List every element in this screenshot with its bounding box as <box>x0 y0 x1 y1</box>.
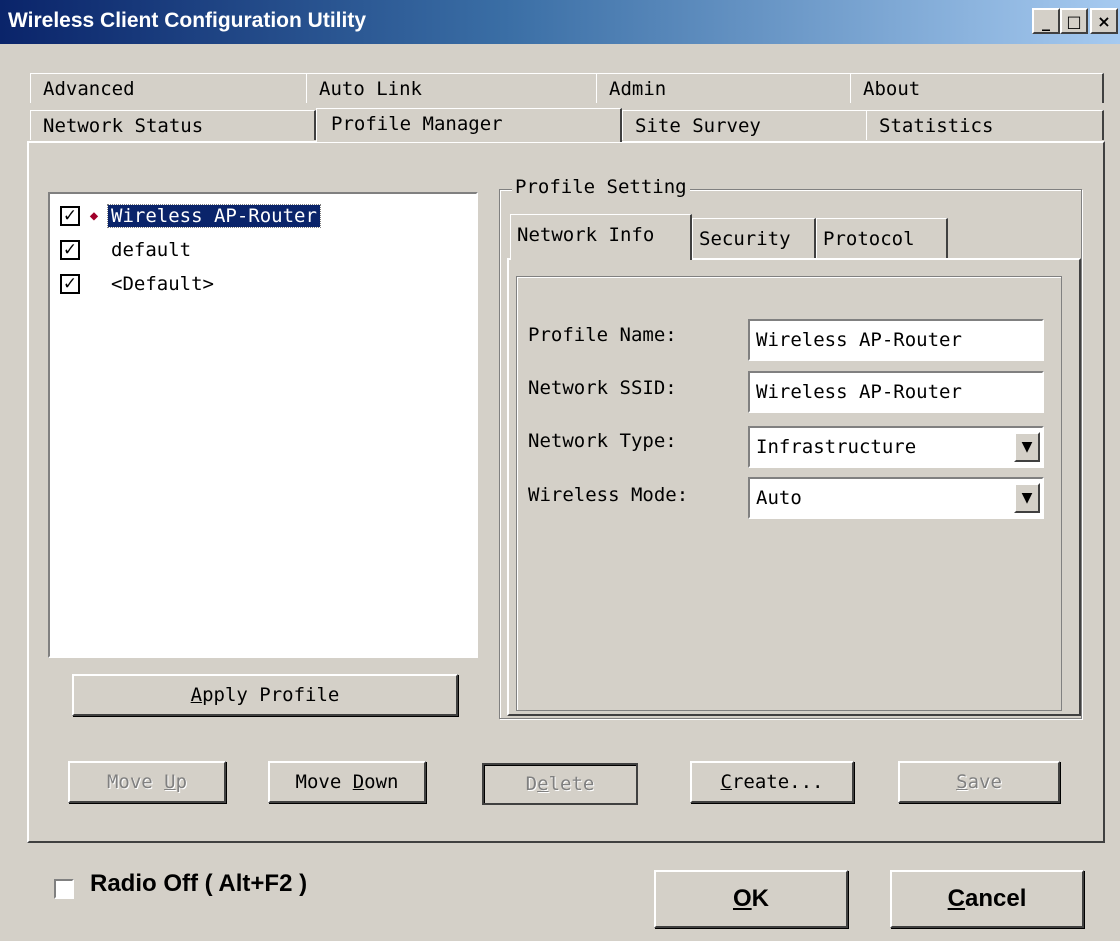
maximize-button[interactable]: □ <box>1060 8 1088 34</box>
move-down-button[interactable]: Move Down <box>268 761 426 803</box>
radio-off-label[interactable]: Radio Off ( Alt+F2 ) <box>90 870 307 898</box>
tab-security[interactable]: Security <box>692 218 816 260</box>
tab-label: Advanced <box>43 78 135 100</box>
minimize-icon: _ <box>1042 11 1050 31</box>
group-label: Profile Setting <box>512 176 690 198</box>
window-title: Wireless Client Configuration Utility <box>8 9 367 32</box>
tab-label: About <box>863 78 921 100</box>
close-icon: × <box>1097 11 1111 31</box>
move-up-button[interactable]: Move Up <box>68 761 226 803</box>
list-item[interactable]: ✓ <Default> <box>60 270 217 298</box>
dropdown-arrow-icon[interactable]: ▼ <box>1014 432 1040 462</box>
minimize-button[interactable]: _ <box>1032 8 1060 34</box>
profile-list[interactable]: ✓ ◆ Wireless AP-Router ✓ default ✓ <Defa… <box>48 192 478 658</box>
maximize-icon: □ <box>1066 11 1082 31</box>
active-profile-icon: ◆ <box>89 208 99 224</box>
network-type-select[interactable]: Infrastructure ▼ <box>748 426 1044 468</box>
checkbox-checked[interactable]: ✓ <box>60 240 80 260</box>
apply-profile-button[interactable]: Apply Profile <box>72 674 458 716</box>
tab-advanced[interactable]: Advanced <box>30 73 308 103</box>
list-item[interactable]: ✓ ◆ Wireless AP-Router <box>60 202 321 230</box>
tab-admin[interactable]: Admin <box>596 73 852 103</box>
tab-label: Statistics <box>879 115 994 137</box>
tab-label: Protocol <box>823 228 915 250</box>
tab-label: Site Survey <box>635 115 761 137</box>
tab-label: Security <box>699 228 791 250</box>
tab-site-survey[interactable]: Site Survey <box>622 110 868 140</box>
save-button[interactable]: Save <box>898 761 1060 803</box>
checkbox-checked[interactable]: ✓ <box>60 206 80 226</box>
profile-name: default <box>111 239 192 261</box>
radio-off-checkbox[interactable] <box>54 879 74 899</box>
tab-label: Admin <box>609 78 667 100</box>
tab-statistics[interactable]: Statistics <box>866 110 1104 140</box>
check-icon: ✓ <box>62 273 78 294</box>
profile-name-label: Profile Name: <box>528 324 677 346</box>
tab-auto-link[interactable]: Auto Link <box>306 73 598 103</box>
close-button[interactable]: × <box>1090 8 1118 34</box>
delete-button[interactable]: Delete <box>482 763 638 805</box>
tab-label: Auto Link <box>319 78 422 100</box>
tab-protocol[interactable]: Protocol <box>816 218 948 260</box>
tab-label: Profile Manager <box>331 113 503 135</box>
wireless-mode-select[interactable]: Auto ▼ <box>748 477 1044 519</box>
tab-profile-manager[interactable]: Profile Manager <box>316 108 622 142</box>
network-ssid-label: Network SSID: <box>528 377 677 399</box>
ok-button[interactable]: OK <box>654 870 848 928</box>
tab-label: Network Status <box>43 115 204 137</box>
tab-label: Network Info <box>517 224 655 246</box>
wireless-mode-label: Wireless Mode: <box>528 484 689 506</box>
tab-network-info[interactable]: Network Info <box>510 214 692 260</box>
tab-about[interactable]: About <box>850 73 1104 103</box>
list-item[interactable]: ✓ default <box>60 236 194 264</box>
profile-name: Wireless AP-Router <box>107 204 321 228</box>
check-icon: ✓ <box>62 239 78 260</box>
cancel-button[interactable]: Cancel <box>890 870 1084 928</box>
title-bar[interactable]: Wireless Client Configuration Utility _ … <box>0 0 1120 44</box>
check-icon: ✓ <box>62 205 78 226</box>
network-type-label: Network Type: <box>528 430 677 452</box>
create-button[interactable]: Create... <box>690 761 854 803</box>
profile-name-field[interactable]: Wireless AP-Router <box>748 319 1044 361</box>
checkbox-checked[interactable]: ✓ <box>60 274 80 294</box>
dropdown-arrow-icon[interactable]: ▼ <box>1014 483 1040 513</box>
profile-name: <Default> <box>111 273 214 295</box>
network-ssid-field[interactable]: Wireless AP-Router <box>748 371 1044 413</box>
tab-network-status[interactable]: Network Status <box>30 110 316 140</box>
